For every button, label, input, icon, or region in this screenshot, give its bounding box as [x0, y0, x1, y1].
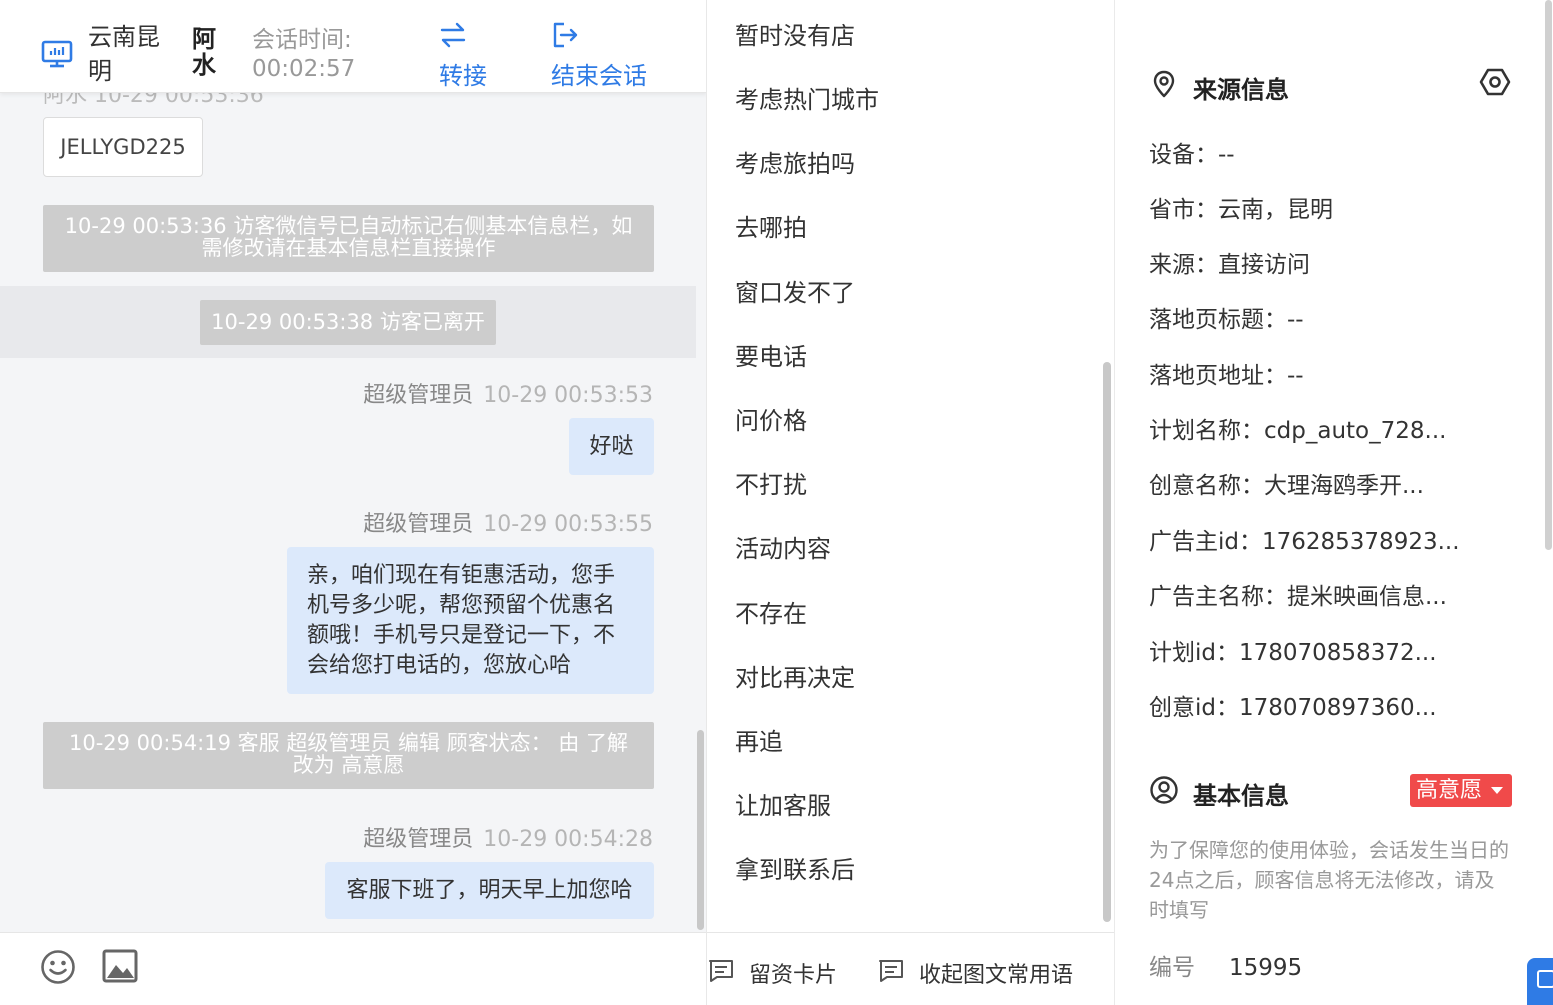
agent-message: 客服下班了，明天早上加您哈 — [325, 862, 654, 919]
message-list[interactable]: 阿水 10-29 00:53:36 JELLYGD225 10-29 00:53… — [0, 93, 706, 931]
transfer-button[interactable]: 转接 — [438, 20, 498, 90]
swap-arrows-icon — [440, 22, 466, 48]
user-circle-icon — [1150, 776, 1178, 804]
monitor-icon — [41, 40, 73, 68]
agent-sender-line: 超级管理员 10-29 00:53:53 — [363, 377, 653, 409]
floating-action-button[interactable] — [1527, 958, 1553, 1005]
quick-reply-item[interactable]: 窗口发不了 — [735, 273, 855, 308]
end-session-button[interactable]: 结束会话 — [550, 20, 660, 90]
session-duration-value: 00:02:57 — [252, 56, 356, 82]
session-duration-label: 会话时间: — [252, 27, 352, 53]
customer-info-panel: 来源信息 设备：-- 省市：云南，昆明 来源：直接访问 落地页标题：-- 落地页… — [1115, 0, 1553, 1005]
visitor-sender-line: 阿水 10-29 00:53:36 — [43, 93, 264, 108]
source-advertiser-id: 广告主id：176285378923... — [1149, 529, 1460, 555]
chat-header: 云南昆明 阿水 会话时间: 00:02:57 转接 结束会话 — [0, 0, 706, 93]
location-pin-icon — [1153, 70, 1175, 98]
source-channel: 来源：直接访问 — [1149, 252, 1310, 278]
lead-card-label: 留资卡片 — [749, 963, 838, 988]
chat-panel: 云南昆明 阿水 会话时间: 00:02:57 转接 结束会话 阿水 10-29 … — [0, 0, 707, 1005]
quick-reply-item[interactable]: 活动内容 — [735, 529, 831, 564]
system-message: 10-29 00:53:36 访客微信号已自动标记右侧基本信息栏，如需修改请在基… — [43, 205, 654, 272]
quick-reply-footer: 留资卡片 收起图文常用语 — [707, 932, 1114, 1005]
basic-info-title: 基本信息 — [1193, 782, 1289, 810]
message-time: 10-29 00:53:55 — [483, 512, 653, 537]
hexagon-settings-icon[interactable] — [1479, 66, 1511, 98]
agent-sender-line: 超级管理员 10-29 00:53:55 — [363, 506, 653, 538]
customer-number-row: 编号 15995 — [1149, 948, 1302, 982]
source-plan-id: 计划id：178070858372... — [1149, 640, 1437, 666]
caret-down-icon — [1491, 787, 1503, 794]
source-creative-name: 创意名称：大理海鸥季开... — [1149, 473, 1424, 499]
quick-reply-item[interactable]: 考虑旅拍吗 — [735, 144, 855, 179]
quick-reply-item[interactable]: 拿到联系后 — [735, 850, 855, 885]
visitor-message: JELLYGD225 — [43, 117, 203, 177]
smiley-icon[interactable] — [40, 949, 76, 985]
message-card-icon — [709, 960, 733, 982]
quick-reply-item[interactable]: 让加客服 — [735, 786, 831, 821]
customer-number-label: 编号 — [1149, 955, 1195, 981]
edit-notice: 为了保障您的使用体验，会话发生当日的24点之后，顾客信息将无法修改，请及时填写 — [1149, 838, 1509, 922]
source-plan-name: 计划名称：cdp_auto_728... — [1149, 418, 1447, 444]
source-landing-title: 落地页标题：-- — [1149, 307, 1304, 333]
system-message: 10-29 00:54:19 客服 超级管理员 编辑 顾客状态： 由 了解 改为… — [43, 722, 654, 789]
lead-card-button[interactable]: 留资卡片 — [707, 957, 847, 988]
quick-reply-item[interactable]: 暂时没有店 — [735, 16, 855, 51]
customer-number-value: 15995 — [1229, 955, 1303, 981]
message-time: 10-29 00:54:28 — [483, 827, 653, 852]
source-info-title: 来源信息 — [1193, 76, 1289, 104]
image-icon[interactable] — [102, 949, 138, 983]
quick-reply-item[interactable]: 去哪拍 — [735, 208, 807, 243]
visitor-location: 云南昆明 — [88, 23, 160, 85]
edit-icon — [1537, 970, 1553, 988]
source-advertiser-name: 广告主名称：提米映画信息... — [1149, 584, 1447, 610]
collapse-phrases-button[interactable]: 收起图文常用语 — [877, 957, 1097, 988]
message-card-icon — [879, 960, 903, 982]
message-time: 10-29 00:53:53 — [483, 383, 653, 408]
sender-name: 超级管理员 — [363, 827, 474, 852]
quick-reply-item[interactable]: 再追 — [735, 722, 783, 757]
agent-message: 好哒 — [569, 418, 654, 475]
customer-status-value: 高意愿 — [1416, 778, 1483, 803]
quick-reply-item[interactable]: 不存在 — [735, 594, 807, 629]
source-province-city: 省市：云南，昆明 — [1149, 197, 1333, 223]
source-creative-id: 创意id：178070897360... — [1149, 695, 1437, 721]
chat-scrollbar[interactable] — [697, 730, 704, 930]
end-session-label: 结束会话 — [551, 62, 647, 90]
sender-name: 超级管理员 — [363, 512, 474, 537]
quick-reply-panel: 暂时没有店 考虑热门城市 考虑旅拍吗 去哪拍 窗口发不了 要电话 问价格 不打扰… — [707, 0, 1115, 1005]
customer-status-dropdown[interactable]: 高意愿 — [1410, 774, 1512, 807]
agent-sender-line: 超级管理员 10-29 00:54:28 — [363, 821, 653, 853]
chat-input-toolbar — [0, 932, 706, 1005]
quick-reply-item[interactable]: 要电话 — [735, 337, 807, 372]
quick-reply-item[interactable]: 对比再决定 — [735, 658, 855, 693]
source-device: 设备：-- — [1149, 142, 1235, 168]
quick-reply-item[interactable]: 不打扰 — [735, 465, 807, 500]
system-message: 10-29 00:53:38 访客已离开 — [200, 300, 496, 345]
sender-name: 超级管理员 — [363, 383, 474, 408]
visitor-name: 阿水 — [192, 25, 216, 79]
source-landing-url: 落地页地址：-- — [1149, 363, 1304, 389]
transfer-label: 转接 — [439, 62, 487, 90]
collapse-phrases-label: 收起图文常用语 — [919, 963, 1074, 988]
quick-reply-item[interactable]: 考虑热门城市 — [735, 80, 879, 115]
info-scrollbar[interactable] — [1545, 0, 1552, 550]
quick-reply-item[interactable]: 问价格 — [735, 401, 807, 436]
exit-icon — [553, 22, 578, 48]
quick-reply-scrollbar[interactable] — [1103, 362, 1111, 922]
agent-message: 亲，咱们现在有钜惠活动，您手机号多少呢，帮您预留个优惠名额哦！手机号只是登记一下… — [287, 547, 654, 694]
